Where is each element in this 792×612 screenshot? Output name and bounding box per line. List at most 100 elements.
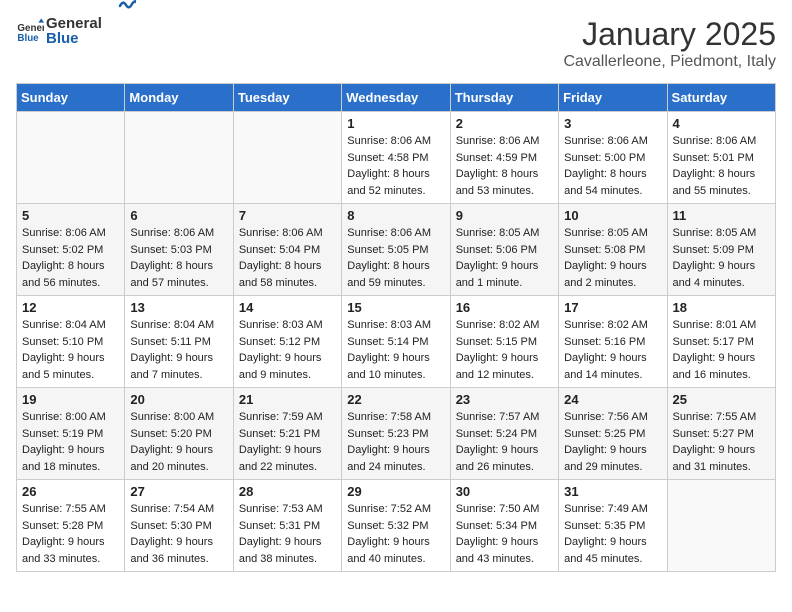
header-thursday: Thursday bbox=[450, 84, 558, 112]
day-number: 15 bbox=[347, 300, 444, 315]
calendar-cell: 14 Sunrise: 8:03 AM Sunset: 5:12 PM Dayli… bbox=[233, 296, 341, 388]
day-info: Sunrise: 8:05 AM Sunset: 5:06 PM Dayligh… bbox=[456, 225, 553, 291]
day-info: Sunrise: 8:00 AM Sunset: 5:20 PM Dayligh… bbox=[130, 409, 227, 475]
logo: General Blue General Blue bbox=[16, 16, 136, 46]
day-info: Sunrise: 8:06 AM Sunset: 5:00 PM Dayligh… bbox=[564, 133, 661, 199]
header-sunday: Sunday bbox=[17, 84, 125, 112]
calendar-week-row: 19 Sunrise: 8:00 AM Sunset: 5:19 PM Dayli… bbox=[17, 388, 776, 480]
day-info: Sunrise: 7:55 AM Sunset: 5:28 PM Dayligh… bbox=[22, 501, 119, 567]
calendar-cell bbox=[17, 112, 125, 204]
day-number: 10 bbox=[564, 208, 661, 223]
day-info: Sunrise: 7:59 AM Sunset: 5:21 PM Dayligh… bbox=[239, 409, 336, 475]
calendar-cell: 25Sunrise: 7:55 AM Sunset: 5:27 PM Dayli… bbox=[667, 388, 775, 480]
day-info: Sunrise: 7:58 AM Sunset: 5:23 PM Dayligh… bbox=[347, 409, 444, 475]
calendar-cell: 18Sunrise: 8:01 AM Sunset: 5:17 PM Dayli… bbox=[667, 296, 775, 388]
day-info: Sunrise: 8:06 AM Sunset: 5:01 PM Dayligh… bbox=[673, 133, 770, 199]
day-number: 5 bbox=[22, 208, 119, 223]
logo-icon: General Blue bbox=[16, 17, 44, 45]
header-wednesday: Wednesday bbox=[342, 84, 450, 112]
day-number: 28 bbox=[239, 484, 336, 499]
calendar-cell: 27Sunrise: 7:54 AM Sunset: 5:30 PM Dayli… bbox=[125, 480, 233, 572]
day-info: Sunrise: 8:03 AM Sunset: 5:14 PM Dayligh… bbox=[347, 317, 444, 383]
day-info: Sunrise: 8:03 AM Sunset: 5:12 PM Dayligh… bbox=[239, 317, 336, 383]
day-info: Sunrise: 8:00 AM Sunset: 5:19 PM Dayligh… bbox=[22, 409, 119, 475]
day-number: 30 bbox=[456, 484, 553, 499]
day-number: 23 bbox=[456, 392, 553, 407]
day-number: 2 bbox=[456, 116, 553, 131]
calendar-cell: 16 Sunrise: 8:02 AM Sunset: 5:15 PM Dayli… bbox=[450, 296, 558, 388]
calendar-week-row: 26 Sunrise: 7:55 AM Sunset: 5:28 PM Dayli… bbox=[17, 480, 776, 572]
day-number: 24 bbox=[564, 392, 661, 407]
day-number: 25 bbox=[673, 392, 770, 407]
calendar-cell: 30 Sunrise: 7:50 AM Sunset: 5:34 PM Dayli… bbox=[450, 480, 558, 572]
day-number: 1 bbox=[347, 116, 444, 131]
day-number: 6 bbox=[130, 208, 227, 223]
calendar-cell: 5 Sunrise: 8:06 AM Sunset: 5:02 PM Daylig… bbox=[17, 204, 125, 296]
day-number: 8 bbox=[347, 208, 444, 223]
month-title: January 2025 bbox=[563, 16, 776, 53]
day-info: Sunrise: 8:02 AM Sunset: 5:15 PM Dayligh… bbox=[456, 317, 553, 383]
logo-wave-icon bbox=[118, 0, 136, 12]
calendar-cell bbox=[667, 480, 775, 572]
day-info: Sunrise: 8:02 AM Sunset: 5:16 PM Dayligh… bbox=[564, 317, 661, 383]
calendar-cell: 20 Sunrise: 8:00 AM Sunset: 5:20 PM Dayli… bbox=[125, 388, 233, 480]
day-info: Sunrise: 8:06 AM Sunset: 5:02 PM Dayligh… bbox=[22, 225, 119, 291]
day-number: 17 bbox=[564, 300, 661, 315]
calendar-header-row: Sunday Monday Tuesday Wednesday Thursday… bbox=[17, 84, 776, 112]
day-number: 12 bbox=[22, 300, 119, 315]
day-number: 22 bbox=[347, 392, 444, 407]
day-info: Sunrise: 7:49 AM Sunset: 5:35 PM Dayligh… bbox=[564, 501, 661, 567]
day-number: 29 bbox=[347, 484, 444, 499]
header-friday: Friday bbox=[559, 84, 667, 112]
day-number: 26 bbox=[22, 484, 119, 499]
day-info: Sunrise: 7:54 AM Sunset: 5:30 PM Dayligh… bbox=[130, 501, 227, 567]
calendar-table: Sunday Monday Tuesday Wednesday Thursday… bbox=[16, 83, 776, 572]
location: Cavallerleone, Piedmont, Italy bbox=[563, 53, 776, 71]
page-header: General Blue General Blue January 2025 C… bbox=[16, 16, 776, 71]
day-info: Sunrise: 8:06 AM Sunset: 5:04 PM Dayligh… bbox=[239, 225, 336, 291]
calendar-cell: 2Sunrise: 8:06 AM Sunset: 4:59 PM Daylig… bbox=[450, 112, 558, 204]
calendar-week-row: 12 Sunrise: 8:04 AM Sunset: 5:10 PM Dayli… bbox=[17, 296, 776, 388]
day-number: 21 bbox=[239, 392, 336, 407]
calendar-cell: 28Sunrise: 7:53 AM Sunset: 5:31 PM Dayli… bbox=[233, 480, 341, 572]
day-number: 19 bbox=[22, 392, 119, 407]
day-info: Sunrise: 8:05 AM Sunset: 5:09 PM Dayligh… bbox=[673, 225, 770, 291]
calendar-cell: 17 Sunrise: 8:02 AM Sunset: 5:16 PM Dayli… bbox=[559, 296, 667, 388]
calendar-week-row: 5 Sunrise: 8:06 AM Sunset: 5:02 PM Daylig… bbox=[17, 204, 776, 296]
calendar-cell: 8 Sunrise: 8:06 AM Sunset: 5:05 PM Daylig… bbox=[342, 204, 450, 296]
day-info: Sunrise: 7:56 AM Sunset: 5:25 PM Dayligh… bbox=[564, 409, 661, 475]
header-tuesday: Tuesday bbox=[233, 84, 341, 112]
calendar-cell bbox=[233, 112, 341, 204]
day-info: Sunrise: 8:04 AM Sunset: 5:10 PM Dayligh… bbox=[22, 317, 119, 383]
calendar-cell: 7 Sunrise: 8:06 AM Sunset: 5:04 PM Daylig… bbox=[233, 204, 341, 296]
day-info: Sunrise: 8:04 AM Sunset: 5:11 PM Dayligh… bbox=[130, 317, 227, 383]
day-number: 13 bbox=[130, 300, 227, 315]
header-saturday: Saturday bbox=[667, 84, 775, 112]
day-number: 18 bbox=[673, 300, 770, 315]
calendar-cell: 21 Sunrise: 7:59 AM Sunset: 5:21 PM Dayli… bbox=[233, 388, 341, 480]
day-number: 14 bbox=[239, 300, 336, 315]
calendar-cell: 12 Sunrise: 8:04 AM Sunset: 5:10 PM Dayli… bbox=[17, 296, 125, 388]
day-info: Sunrise: 7:57 AM Sunset: 5:24 PM Dayligh… bbox=[456, 409, 553, 475]
day-info: Sunrise: 8:05 AM Sunset: 5:08 PM Dayligh… bbox=[564, 225, 661, 291]
day-number: 16 bbox=[456, 300, 553, 315]
calendar-cell: 26 Sunrise: 7:55 AM Sunset: 5:28 PM Dayli… bbox=[17, 480, 125, 572]
calendar-cell bbox=[125, 112, 233, 204]
calendar-cell: 10 Sunrise: 8:05 AM Sunset: 5:08 PM Dayli… bbox=[559, 204, 667, 296]
svg-text:Blue: Blue bbox=[17, 33, 39, 44]
calendar-cell: 15 Sunrise: 8:03 AM Sunset: 5:14 PM Dayli… bbox=[342, 296, 450, 388]
calendar-cell: 1Sunrise: 8:06 AM Sunset: 4:58 PM Daylig… bbox=[342, 112, 450, 204]
calendar-cell: 4Sunrise: 8:06 AM Sunset: 5:01 PM Daylig… bbox=[667, 112, 775, 204]
day-number: 20 bbox=[130, 392, 227, 407]
calendar-week-row: 1Sunrise: 8:06 AM Sunset: 4:58 PM Daylig… bbox=[17, 112, 776, 204]
header-monday: Monday bbox=[125, 84, 233, 112]
day-number: 11 bbox=[673, 208, 770, 223]
calendar-cell: 23 Sunrise: 7:57 AM Sunset: 5:24 PM Dayli… bbox=[450, 388, 558, 480]
day-number: 7 bbox=[239, 208, 336, 223]
day-number: 31 bbox=[564, 484, 661, 499]
calendar-cell: 19 Sunrise: 8:00 AM Sunset: 5:19 PM Dayli… bbox=[17, 388, 125, 480]
day-info: Sunrise: 8:06 AM Sunset: 5:05 PM Dayligh… bbox=[347, 225, 444, 291]
day-info: Sunrise: 7:50 AM Sunset: 5:34 PM Dayligh… bbox=[456, 501, 553, 567]
day-info: Sunrise: 8:06 AM Sunset: 5:03 PM Dayligh… bbox=[130, 225, 227, 291]
calendar-cell: 31 Sunrise: 7:49 AM Sunset: 5:35 PM Dayli… bbox=[559, 480, 667, 572]
